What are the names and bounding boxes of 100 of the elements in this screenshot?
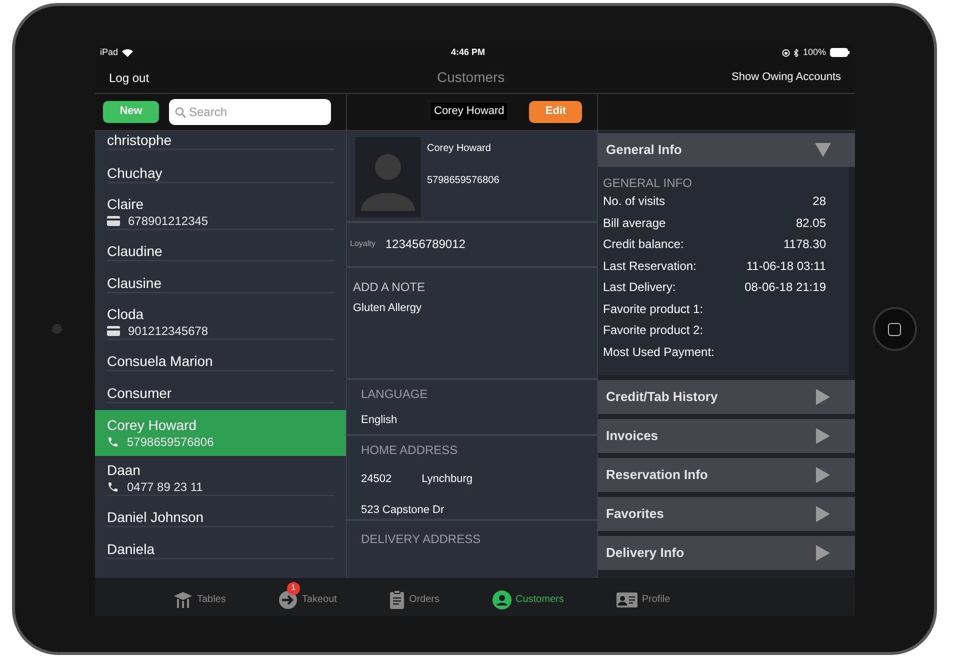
zip-code: 24502 xyxy=(361,472,392,486)
section-header[interactable]: Reservation Info xyxy=(598,458,855,492)
customer-name: Consumer xyxy=(107,384,173,402)
customer-detail: 0477 89 23 11 xyxy=(127,479,203,495)
customer-row[interactable]: Consumer xyxy=(95,378,346,410)
section-title: Credit/Tab History xyxy=(606,388,718,406)
show-owing-accounts-button[interactable]: Show Owing Accounts xyxy=(732,69,841,86)
info-label: Favorite product 1: xyxy=(603,300,704,318)
wifi-icon xyxy=(122,48,134,56)
customer-name: Clausine xyxy=(107,274,162,292)
notification-badge: 1 xyxy=(286,582,300,594)
id-card-icon xyxy=(616,592,638,608)
square-icon xyxy=(888,322,901,336)
customer-row[interactable]: Claire 678901212345 xyxy=(95,190,346,236)
customer-name: Claire xyxy=(107,195,145,213)
phone-icon xyxy=(107,436,119,448)
customer-name: Cloda xyxy=(107,305,145,323)
device-label: iPad xyxy=(100,46,118,59)
section-title: General Info xyxy=(606,140,682,159)
tab-bar-item[interactable]: Orders xyxy=(388,582,440,612)
customer-name: Daniel Johnson xyxy=(107,508,205,526)
customer-row[interactable]: Claudine xyxy=(95,236,346,268)
info-label: Bill average xyxy=(603,214,666,232)
customer-name: Chuchay xyxy=(107,164,164,182)
customer-name: Corey Howard xyxy=(107,416,198,434)
delivery-address-heading: DELIVERY ADDRESS xyxy=(361,532,481,546)
info-value: 82.05 xyxy=(796,214,826,232)
triangle-right-icon xyxy=(815,506,831,522)
graduation-cap-icon xyxy=(173,590,193,608)
customer-name: christophe xyxy=(107,130,172,148)
customer-row[interactable]: Daan 0477 89 23 11 xyxy=(95,456,346,502)
language-heading: LANGUAGE xyxy=(361,386,429,402)
card-icon xyxy=(107,216,120,226)
customer-name: Daan xyxy=(107,461,142,479)
loyalty-number: 123456789012 xyxy=(385,236,466,253)
customer-row[interactable]: Cloda 901212345678 xyxy=(95,300,346,346)
profile-phone: 5798659576806 xyxy=(427,174,500,188)
customer-detail: 678901212345 xyxy=(128,213,208,229)
street-address: 523 Capstone Dr xyxy=(361,503,446,518)
tab-bar-item[interactable]: Takeout 1 xyxy=(278,582,337,612)
status-time: 4:46 PM xyxy=(451,46,486,59)
tab-bar-item[interactable]: Tables xyxy=(173,582,226,610)
info-value: 08-06-18 21:19 xyxy=(744,279,826,296)
customer-row[interactable]: Daniela xyxy=(95,534,346,566)
info-label: Most Used Payment: xyxy=(603,344,714,361)
section-header[interactable]: Invoices xyxy=(598,418,855,452)
section-header[interactable]: Credit/Tab History xyxy=(598,380,855,414)
phone-icon xyxy=(107,481,119,493)
triangle-right-icon xyxy=(815,544,831,560)
triangle-right-icon xyxy=(815,466,831,482)
search-icon xyxy=(175,106,186,118)
info-label: Last Reservation: xyxy=(603,258,696,275)
customer-name-label: Corey Howard xyxy=(431,103,508,120)
info-label: Last Delivery: xyxy=(603,279,676,296)
customer-name: Daniela xyxy=(107,540,156,558)
section-header[interactable]: Favorites xyxy=(598,496,855,530)
log-out-button[interactable]: Log out xyxy=(109,68,150,86)
customer-row[interactable]: christophe xyxy=(95,130,346,158)
person-circle-icon xyxy=(492,590,512,610)
language-value: English xyxy=(361,412,398,428)
info-value: 28 xyxy=(812,193,826,210)
customer-name: Consuela Marion xyxy=(107,352,214,370)
city: Lynchburg xyxy=(422,472,473,486)
home-button[interactable] xyxy=(872,307,916,351)
section-title: Delivery Info xyxy=(606,544,684,562)
section-header[interactable]: Delivery Info xyxy=(598,536,855,570)
info-heading: GENERAL INFO xyxy=(603,174,693,190)
section-title: Favorites xyxy=(606,504,664,523)
customer-row[interactable]: Daniel Johnson xyxy=(95,502,346,534)
section-title: Invoices xyxy=(606,426,658,445)
customer-row[interactable]: Clausine xyxy=(95,268,346,300)
lock-rotation-icon xyxy=(782,48,790,56)
info-label: Favorite product 2: xyxy=(603,322,704,340)
tab-bar-item[interactable]: Customers xyxy=(492,582,564,612)
note-text: Gluten Allergy xyxy=(353,300,422,316)
info-label: No. of visits xyxy=(603,193,666,210)
home-address-heading: HOME ADDRESS xyxy=(361,442,459,458)
customer-name: Claudine xyxy=(107,242,164,260)
triangle-right-icon xyxy=(815,428,831,444)
info-label: Credit balance: xyxy=(603,236,684,254)
customer-row[interactable]: Chuchay xyxy=(95,158,346,190)
profile-name: Corey Howard xyxy=(427,142,492,156)
page-title: Customers xyxy=(437,68,505,87)
info-value: 1178.30 xyxy=(784,236,826,254)
search-field[interactable]: Search xyxy=(169,98,331,124)
section-title: Reservation Info xyxy=(606,466,708,484)
info-value: 11-06-18 03:11 xyxy=(746,258,826,275)
triangle-down-icon xyxy=(815,142,831,158)
bluetooth-icon xyxy=(794,48,799,56)
card-icon xyxy=(107,326,120,336)
customer-detail: 5798659576806 xyxy=(127,434,214,450)
loyalty-label: Loyalty xyxy=(350,238,376,250)
section-header[interactable]: General Info xyxy=(598,132,855,166)
customer-row[interactable]: Consuela Marion xyxy=(95,346,346,378)
clipboard-icon xyxy=(388,590,405,610)
battery-percent: 100% xyxy=(802,46,826,59)
customer-detail: 901212345678 xyxy=(128,323,208,339)
tab-bar-item[interactable]: Profile xyxy=(616,584,670,610)
note-heading: ADD A NOTE xyxy=(353,278,426,296)
triangle-right-icon xyxy=(815,388,831,404)
